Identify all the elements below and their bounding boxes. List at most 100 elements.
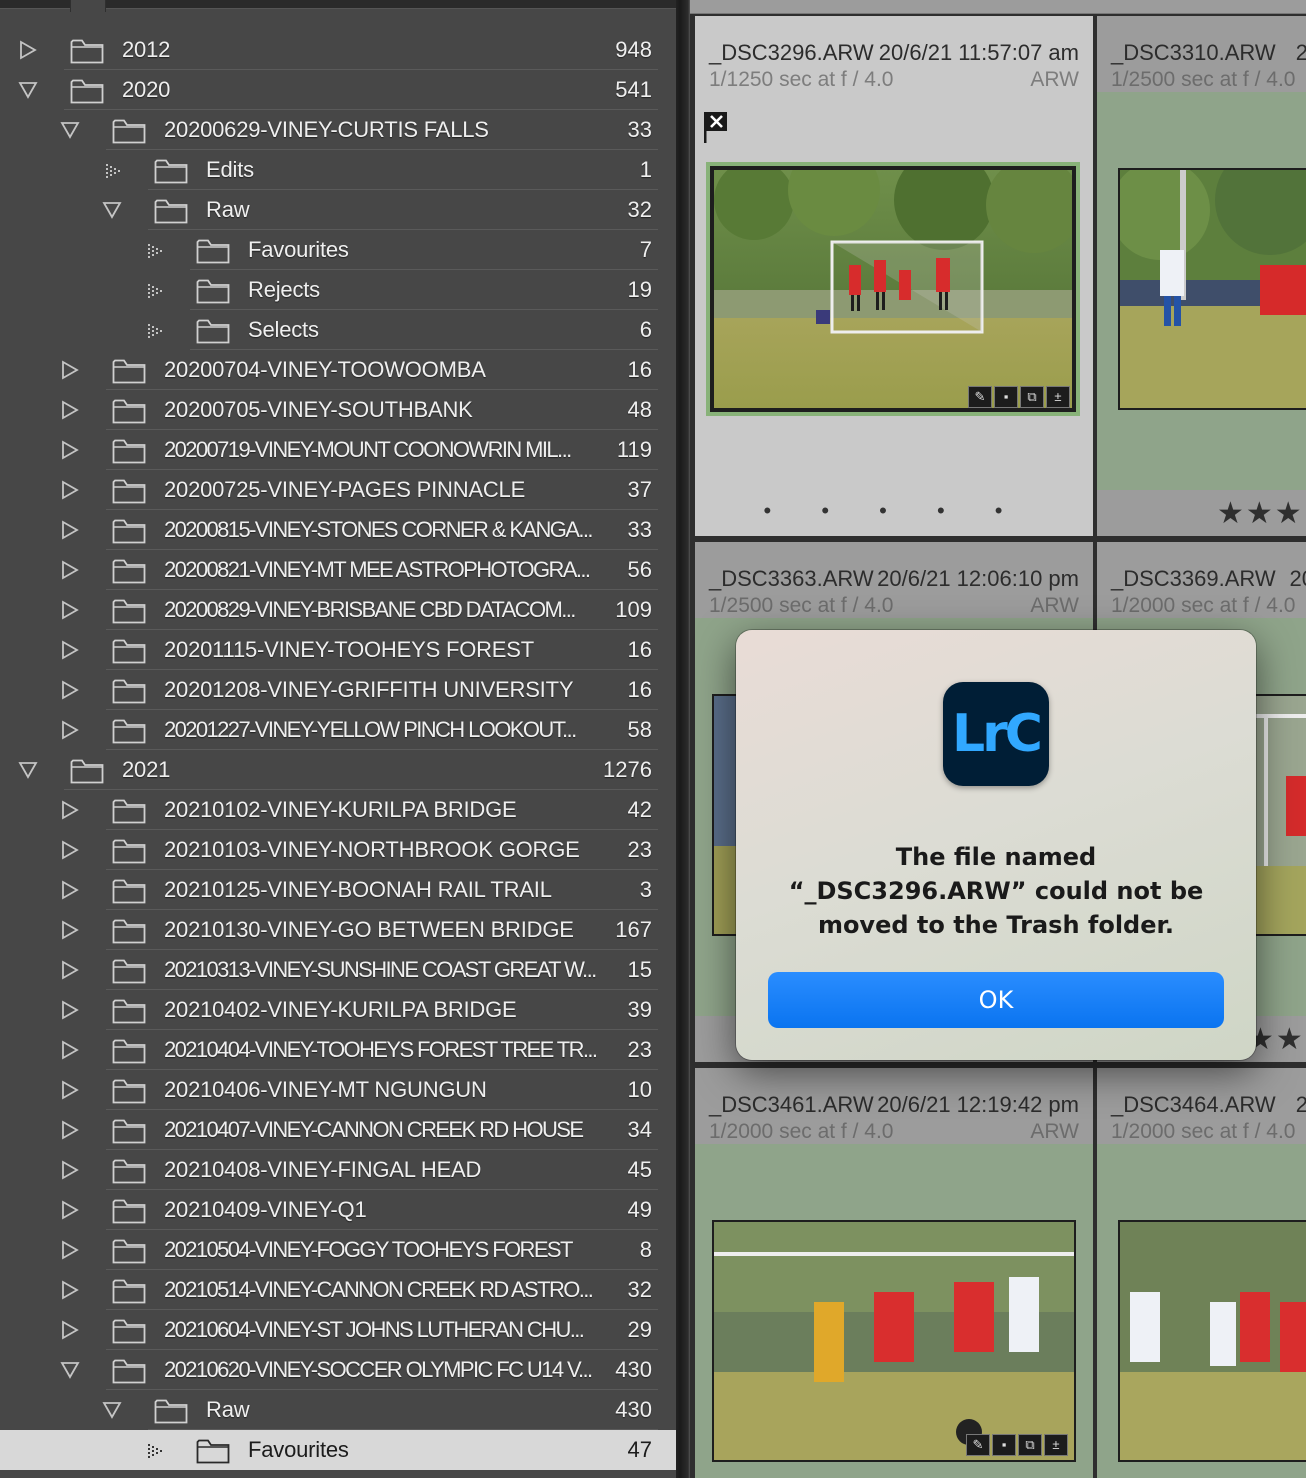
folder-row[interactable]: 20201115-VINEY-TOOHEYS FOREST 16 bbox=[0, 630, 676, 670]
disclosure-triangle-expanded-icon[interactable] bbox=[102, 1400, 122, 1420]
folder-row[interactable]: 2021 1276 bbox=[0, 750, 676, 790]
thumbnail-frame[interactable]: ✎ ▪ ⧉ ± bbox=[706, 162, 1080, 416]
disclosure-triangle-collapsed-icon[interactable] bbox=[60, 800, 80, 820]
folder-row[interactable]: 20210408-VINEY-FINGAL HEAD 45 bbox=[0, 1150, 676, 1190]
disclosure-triangle-expanded-icon[interactable] bbox=[18, 760, 38, 780]
folder-row[interactable]: 20210604-VINEY-ST JOHNS LUTHERAN CHU... 2… bbox=[0, 1310, 676, 1350]
photo-thumbnail[interactable] bbox=[1118, 1220, 1306, 1462]
ok-button[interactable]: OK bbox=[768, 972, 1224, 1028]
subfolder-dots-icon[interactable] bbox=[144, 240, 164, 260]
keywords-badge-icon[interactable]: ✎ bbox=[968, 386, 992, 408]
disclosure-triangle-collapsed-icon[interactable] bbox=[60, 440, 80, 460]
folder-row[interactable]: 20210102-VINEY-KURILPA BRIDGE 42 bbox=[0, 790, 676, 830]
disclosure-triangle-collapsed-icon[interactable] bbox=[60, 360, 80, 380]
disclosure-triangle-collapsed-icon[interactable] bbox=[60, 560, 80, 580]
disclosure-triangle-collapsed-icon[interactable] bbox=[60, 400, 80, 420]
disclosure-triangle-collapsed-icon[interactable] bbox=[60, 1160, 80, 1180]
folder-row[interactable]: 20210409-VINEY-Q1 49 bbox=[0, 1190, 676, 1230]
folder-row[interactable]: Edits 1 bbox=[0, 150, 676, 190]
grid-cell[interactable]: _DSC3461.ARW 20/6/21 12:19:42 pm 1/2000 … bbox=[695, 1068, 1093, 1478]
disclosure-triangle-collapsed-icon[interactable] bbox=[60, 1240, 80, 1260]
folder-row[interactable]: 20201208-VINEY-GRIFFITH UNIVERSITY 16 bbox=[0, 670, 676, 710]
folder-row[interactable]: 20210125-VINEY-BOONAH RAIL TRAIL 3 bbox=[0, 870, 676, 910]
folder-row[interactable]: 20210313-VINEY-SUNSHINE COAST GREAT W...… bbox=[0, 950, 676, 990]
folder-row[interactable]: 20210504-VINEY-FOGGY TOOHEYS FOREST 8 bbox=[0, 1230, 676, 1270]
disclosure-triangle-collapsed-icon[interactable] bbox=[18, 40, 38, 60]
rating-dots[interactable]: • • • • • bbox=[695, 498, 1093, 524]
grid-cell[interactable]: _DSC3310.ARW 2 1/2500 sec at f / 4.0 ★★★ bbox=[1097, 16, 1306, 536]
folder-row[interactable]: 20210130-VINEY-GO BETWEEN BRIDGE 167 bbox=[0, 910, 676, 950]
disclosure-triangle-collapsed-icon[interactable] bbox=[60, 1120, 80, 1140]
disclosure-triangle-collapsed-icon[interactable] bbox=[60, 1080, 80, 1100]
folder-row[interactable]: 20210103-VINEY-NORTHBROOK GORGE 23 bbox=[0, 830, 676, 870]
folder-row[interactable]: 20210404-VINEY-TOOHEYS FOREST TREE TR...… bbox=[0, 1030, 676, 1070]
folder-row[interactable]: Raw 32 bbox=[0, 190, 676, 230]
disclosure-triangle-expanded-icon[interactable] bbox=[18, 80, 38, 100]
folder-row[interactable]: 20200705-VINEY-SOUTHBANK 48 bbox=[0, 390, 676, 430]
subfolder-dots-icon[interactable] bbox=[102, 160, 122, 180]
folder-row[interactable]: Selects 6 bbox=[0, 310, 676, 350]
folder-row[interactable]: 20210620-VINEY-SOCCER OLYMPIC FC U14 V..… bbox=[0, 1350, 676, 1390]
disclosure-triangle-expanded-icon[interactable] bbox=[102, 200, 122, 220]
folder-row[interactable]: 20200704-VINEY-TOOWOOMBA 16 bbox=[0, 350, 676, 390]
folder-row[interactable]: 2012 948 bbox=[0, 30, 676, 70]
disclosure-triangle-collapsed-icon[interactable] bbox=[60, 840, 80, 860]
disclosure-triangle-collapsed-icon[interactable] bbox=[60, 880, 80, 900]
folder-name: Favourites bbox=[248, 237, 349, 262]
disclosure-triangle-collapsed-icon[interactable] bbox=[60, 680, 80, 700]
folder-row[interactable]: 20200815-VINEY-STONES CORNER & KANGA... 3… bbox=[0, 510, 676, 550]
crop-badge-icon[interactable]: ⧉ bbox=[1018, 1434, 1042, 1456]
folder-row[interactable]: 20200629-VINEY-CURTIS FALLS 33 bbox=[0, 110, 676, 150]
keywords-badge-icon[interactable]: ✎ bbox=[966, 1434, 990, 1456]
disclosure-triangle-collapsed-icon[interactable] bbox=[60, 1040, 80, 1060]
reject-flag-icon[interactable] bbox=[703, 110, 729, 144]
lightroom-classic-app-icon: LrC bbox=[943, 682, 1049, 786]
disclosure-triangle-collapsed-icon[interactable] bbox=[60, 600, 80, 620]
develop-adjustments-icon[interactable]: ± bbox=[1046, 386, 1070, 408]
folder-row[interactable]: 20200829-VINEY-BRISBANE CBD DATACOM... 10… bbox=[0, 590, 676, 630]
folder-row[interactable]: 20210402-VINEY-KURILPA BRIDGE 39 bbox=[0, 990, 676, 1030]
subfolder-dots-icon[interactable] bbox=[144, 280, 164, 300]
disclosure-triangle-collapsed-icon[interactable] bbox=[60, 720, 80, 740]
photo-thumbnail[interactable]: ✎ ▪ ⧉ ± bbox=[712, 1220, 1076, 1462]
disclosure-triangle-collapsed-icon[interactable] bbox=[60, 520, 80, 540]
disclosure-triangle-collapsed-icon[interactable] bbox=[60, 1280, 80, 1300]
subfolder-dots-icon[interactable] bbox=[144, 320, 164, 340]
folder-photo-count: 32 bbox=[627, 197, 652, 222]
folder-row[interactable]: 20200821-VINEY-MT MEE ASTROPHOTOGRA... 56 bbox=[0, 550, 676, 590]
folder-row[interactable]: 20200725-VINEY-PAGES PINNACLE 37 bbox=[0, 470, 676, 510]
panel-divider[interactable] bbox=[676, 0, 690, 1478]
disclosure-triangle-expanded-icon[interactable] bbox=[60, 1360, 80, 1380]
disclosure-triangle-collapsed-icon[interactable] bbox=[60, 920, 80, 940]
folder-row[interactable]: 20201227-VINEY-YELLOW PINCH LOOKOUT... 58 bbox=[0, 710, 676, 750]
star-rating[interactable]: ★★★ bbox=[1217, 496, 1304, 531]
subfolder-dots-icon[interactable] bbox=[144, 1440, 164, 1460]
crop-badge-icon[interactable]: ⧉ bbox=[1020, 386, 1044, 408]
photo-thumbnail[interactable] bbox=[1118, 168, 1306, 410]
disclosure-triangle-collapsed-icon[interactable] bbox=[60, 480, 80, 500]
disclosure-triangle-expanded-icon[interactable] bbox=[60, 120, 80, 140]
folder-row[interactable]: 20210514-VINEY-CANNON CREEK RD ASTRO... 3… bbox=[0, 1270, 676, 1310]
disclosure-triangle-collapsed-icon[interactable] bbox=[60, 1200, 80, 1220]
folder-row[interactable]: 20210407-VINEY-CANNON CREEK RD HOUSE 34 bbox=[0, 1110, 676, 1150]
folder-row[interactable]: Favourites 7 bbox=[0, 230, 676, 270]
grid-cell[interactable]: _DSC3464.ARW 2 1/2000 sec at f / 4.0 bbox=[1097, 1068, 1306, 1478]
folder-icon bbox=[112, 558, 146, 584]
photo-thumbnail[interactable] bbox=[1254, 694, 1306, 936]
comment-badge-icon[interactable]: ▪ bbox=[992, 1434, 1016, 1456]
folder-row[interactable]: 20210406-VINEY-MT NGUNGUN 10 bbox=[0, 1070, 676, 1110]
cell-capture-date: 20 bbox=[1289, 566, 1306, 591]
disclosure-triangle-collapsed-icon[interactable] bbox=[60, 1000, 80, 1020]
photo-thumbnail[interactable] bbox=[714, 170, 1072, 408]
grid-cell[interactable]: _DSC3296.ARW 20/6/21 11:57:07 am 1/1250 … bbox=[695, 16, 1093, 536]
disclosure-triangle-collapsed-icon[interactable] bbox=[60, 1320, 80, 1340]
folder-row[interactable]: Raw 430 bbox=[0, 1390, 676, 1430]
develop-adjustments-icon[interactable]: ± bbox=[1044, 1434, 1068, 1456]
folder-row[interactable]: 20200719-VINEY-MOUNT COONOWRIN MIL... 119 bbox=[0, 430, 676, 470]
disclosure-triangle-collapsed-icon[interactable] bbox=[60, 640, 80, 660]
folder-row[interactable]: Favourites 47 bbox=[0, 1430, 676, 1470]
folder-row[interactable]: Rejects 19 bbox=[0, 270, 676, 310]
folder-row[interactable]: 2020 541 bbox=[0, 70, 676, 110]
comment-badge-icon[interactable]: ▪ bbox=[994, 386, 1018, 408]
disclosure-triangle-collapsed-icon[interactable] bbox=[60, 960, 80, 980]
